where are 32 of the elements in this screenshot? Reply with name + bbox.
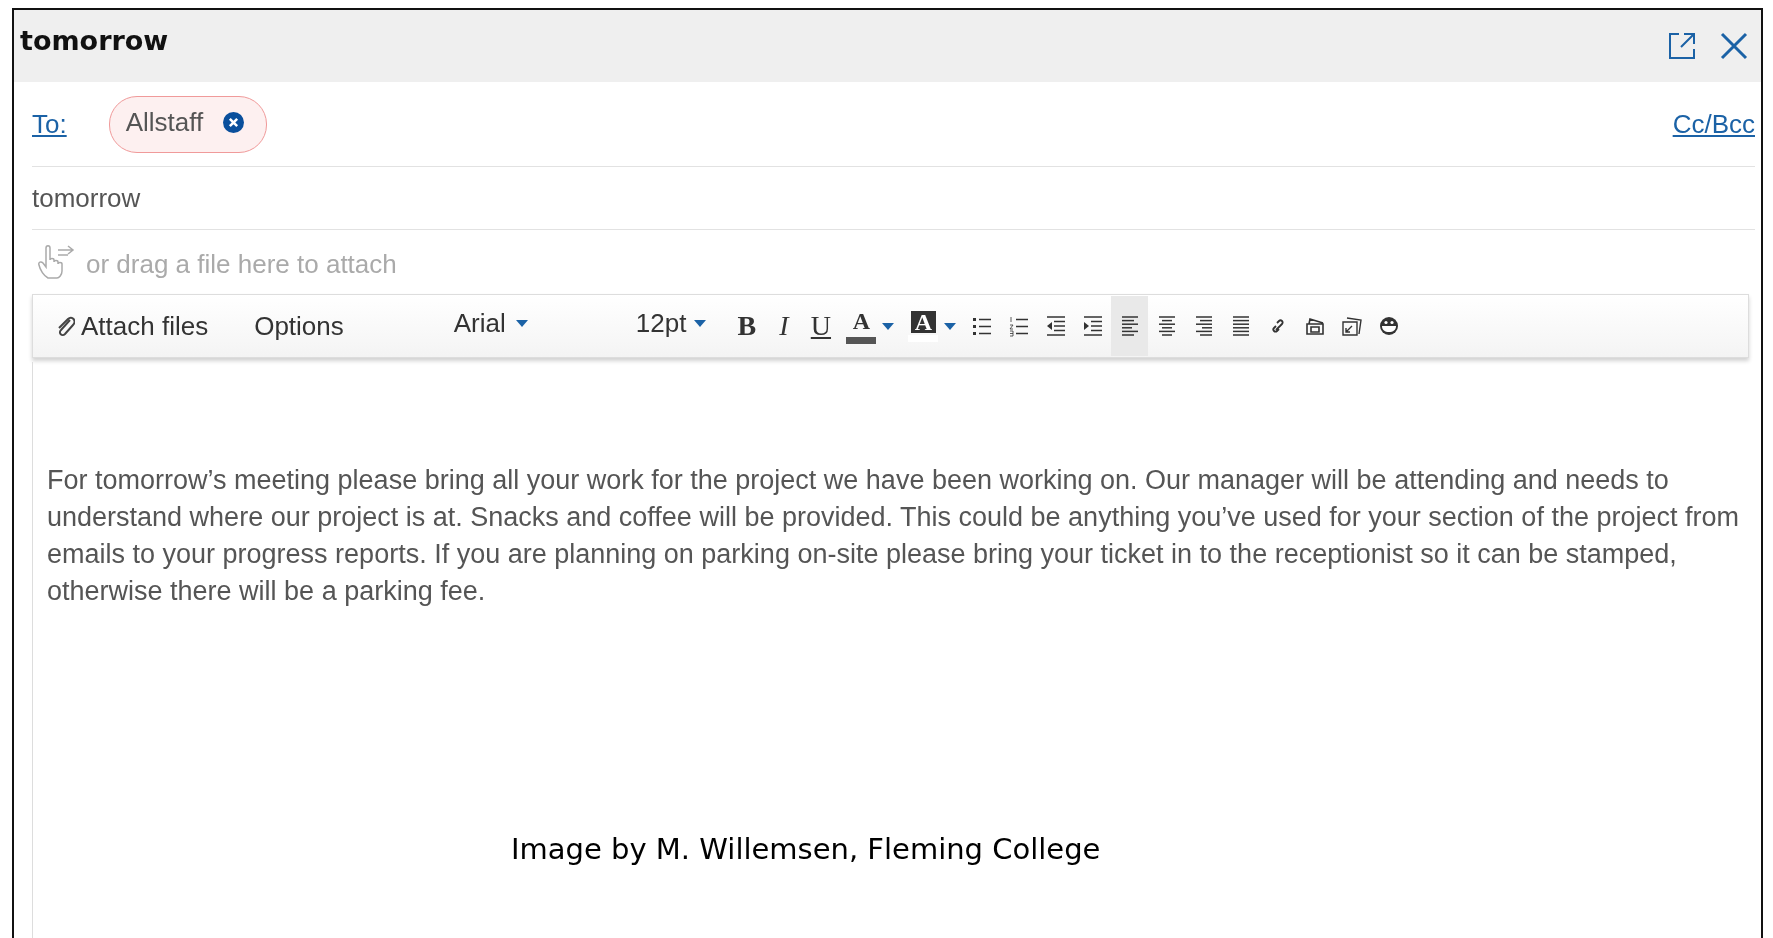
emoji-icon <box>1377 315 1400 337</box>
align-left-button[interactable] <box>1111 296 1149 356</box>
caret-icon <box>515 319 528 327</box>
subject-field[interactable]: tomorrow <box>32 167 1755 230</box>
caret-icon <box>944 322 957 330</box>
font-size-dropdown[interactable]: 12pt <box>635 292 707 354</box>
outdent-icon <box>1044 315 1067 337</box>
pop-out-icon[interactable] <box>1667 31 1697 61</box>
bullets-icon <box>970 315 993 337</box>
recipient-chip[interactable]: Allstaff <box>108 95 268 153</box>
underline-button[interactable]: U <box>802 296 840 356</box>
font-color-button[interactable]: A <box>839 296 902 356</box>
options-button[interactable]: Options <box>254 295 344 357</box>
caret-icon <box>694 319 707 327</box>
caret-icon <box>882 322 895 330</box>
attach-files-button[interactable]: Attach files <box>55 295 209 357</box>
cc-bcc-link[interactable]: Cc/Bcc <box>1672 108 1755 140</box>
highlight-button[interactable]: A <box>901 296 964 356</box>
to-link[interactable]: To: <box>32 108 67 140</box>
image-icon <box>1303 315 1326 337</box>
attach-hint: or drag a file here to attach <box>86 248 397 280</box>
numbering-icon <box>1007 315 1030 337</box>
close-icon[interactable] <box>1719 31 1749 61</box>
remove-icon[interactable] <box>223 111 245 133</box>
image-credit: Image by M. Willemsen, Fleming College <box>511 832 1101 866</box>
italic-button[interactable]: I <box>765 296 803 356</box>
signature-icon <box>1340 315 1363 337</box>
bold-button[interactable]: B <box>728 296 766 356</box>
indent-icon <box>1081 315 1104 337</box>
font-dropdown[interactable]: Arial <box>453 292 528 354</box>
window-title: tomorrow <box>20 24 169 56</box>
message-text: For tomorrow’s meeting please bring all your work for the project we have been working on. Our manager will be attending and needs to understand where our project is at. Snacks and coffee will be provided. This could be anything you’ve used for your section of the project from emails to your progress reports. If you are planning on parking on-site please bring your ticket in to the receptionist so it can be stamped, otherwise there will be a parking fee. <box>47 464 1740 608</box>
